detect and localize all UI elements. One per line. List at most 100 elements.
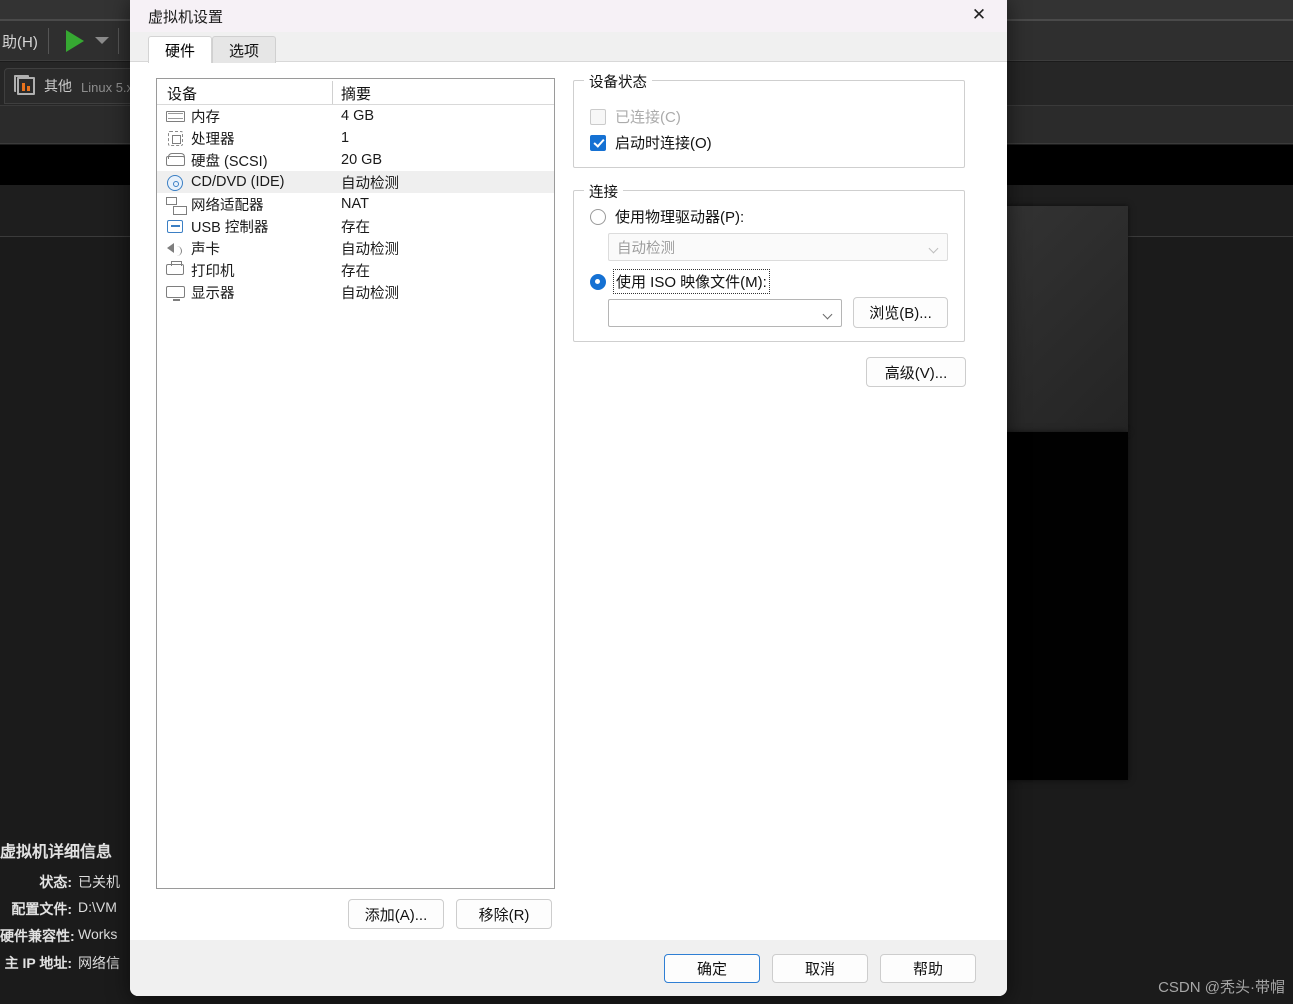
tab-hardware-label: 硬件 [165,42,196,60]
add-button-label: 添加(A)... [364,906,428,924]
menu-item-help-label: 助(H) [2,34,38,51]
vm-details-row: 硬件兼容性: Works [0,926,140,946]
processor-icon [165,129,187,147]
table-row-cd-dvd-selected[interactable]: CD/DVD (IDE) 自动检测 [157,171,554,193]
connected-checkbox-row[interactable]: 已连接(C) [590,106,681,127]
watermark: CSDN @秃头·带帽 [1158,979,1285,996]
cancel-button-label: 取消 [804,961,835,978]
add-button[interactable]: 添加(A)... [348,899,444,929]
device-name: 网络适配器 [191,197,264,214]
table-row[interactable]: USB 控制器 存在 [157,215,554,237]
device-list[interactable]: 设备 摘要 内存 4 GB 处理器 1 硬盘 (SCSI) 20 GB CD/D… [156,78,555,889]
iso-image-radio-row[interactable]: 使用 ISO 映像文件(M): [590,269,770,294]
device-name: 显示器 [191,285,235,302]
device-summary: 存在 [341,263,370,280]
help-button-label: 帮助 [912,961,943,978]
play-icon[interactable] [66,30,84,52]
remove-button[interactable]: 移除(R) [456,899,552,929]
table-row[interactable]: 声卡 自动检测 [157,237,554,259]
table-row[interactable]: 显示器 自动检测 [157,281,554,303]
device-summary: 1 [341,130,350,146]
column-header-summary: 摘要 [341,86,372,103]
device-summary: 自动检测 [341,175,399,192]
dialog-footer: 确定 取消 帮助 [130,940,1007,996]
vm-settings-dialog: 虚拟机设置 ✕ 硬件 选项 设备 摘要 内存 4 GB 处理器 1 硬盘 (SC… [130,0,1007,996]
help-button[interactable]: 帮助 [880,954,976,983]
vm-details-title: 虚拟机详细信息 [0,844,113,861]
vm-details-value: 已关机 [78,874,120,890]
toolbar-separator-1 [48,28,49,54]
iso-image-label: 使用 ISO 映像文件(M): [613,269,770,294]
device-summary: 存在 [341,219,370,236]
content-panel-gray [990,206,1128,432]
device-name: 声卡 [191,241,220,258]
vm-details-value: Works [78,926,118,942]
device-name: 打印机 [191,263,235,280]
virtual-machine-icon [14,75,35,95]
printer-icon [165,261,187,279]
connected-label: 已连接(C) [615,109,681,126]
ok-button[interactable]: 确定 [664,954,760,983]
device-summary: 自动检测 [341,285,399,302]
tab-options-label: 选项 [229,42,260,60]
usb-icon [165,217,187,235]
device-name: USB 控制器 [191,219,269,236]
connect-at-power-on-checkbox[interactable] [590,134,606,151]
physical-drive-dropdown-value: 自动检测 [617,240,675,257]
browse-button-label: 浏览(B)... [869,305,932,322]
chevron-down-icon [822,309,833,320]
device-status-legend: 设备状态 [584,71,652,92]
physical-drive-radio[interactable] [590,208,606,225]
iso-image-radio[interactable] [590,273,606,290]
table-row[interactable]: 硬盘 (SCSI) 20 GB [157,149,554,171]
advanced-button-label: 高级(V)... [884,364,948,382]
connection-legend: 连接 [584,181,623,202]
device-name: 处理器 [191,131,235,148]
vm-details-row: 配置文件: D:\VM [0,899,140,919]
browse-button[interactable]: 浏览(B)... [853,297,948,328]
harddisk-icon [165,151,187,169]
dialog-title: 虚拟机设置 [148,9,224,26]
tab-options[interactable]: 选项 [212,36,277,63]
vm-details-value: 网络信 [78,955,120,971]
tab-hardware[interactable]: 硬件 [148,36,213,63]
dialog-title-bar [130,0,1007,32]
table-row[interactable]: 网络适配器 NAT [157,193,554,215]
vm-details-key: 配置文件: [11,901,72,917]
device-name: 硬盘 (SCSI) [191,153,268,170]
device-name: CD/DVD (IDE) [191,174,285,190]
memory-icon [165,107,187,125]
column-header-device: 设备 [167,86,198,103]
physical-drive-label: 使用物理驱动器(P): [615,209,745,226]
device-name: 内存 [191,109,220,126]
physical-drive-dropdown[interactable]: 自动检测 [608,233,948,261]
device-summary: 自动检测 [341,241,399,258]
cd-dvd-icon [165,173,187,191]
connect-at-power-on-label: 启动时连接(O) [615,135,712,152]
network-icon [165,195,187,215]
vm-details-panel: 虚拟机详细信息 状态: 已关机 配置文件: D:\VM 硬件兼容性: Works… [0,838,140,980]
chevron-down-icon [928,243,939,254]
table-row[interactable]: 内存 4 GB [157,105,554,127]
cancel-button[interactable]: 取消 [772,954,868,983]
table-row[interactable]: 打印机 存在 [157,259,554,281]
toolbar-separator-2 [118,28,119,54]
device-summary: 4 GB [341,108,375,124]
table-row[interactable]: 处理器 1 [157,127,554,149]
close-icon[interactable]: ✕ [965,0,993,28]
physical-drive-radio-row[interactable]: 使用物理驱动器(P): [590,206,744,227]
menu-item-help[interactable]: 助(H) [2,31,38,52]
content-panel-black [990,432,1128,780]
vm-details-value: D:\VM [78,899,117,915]
device-list-header: 设备 摘要 [157,79,554,105]
iso-image-path-dropdown[interactable] [608,299,842,327]
connected-checkbox[interactable] [590,108,606,125]
device-summary: 20 GB [341,152,383,168]
vm-details-row: 主 IP 地址: 网络信 [0,953,140,973]
connect-at-power-on-checkbox-row[interactable]: 启动时连接(O) [590,132,712,153]
remove-button-label: 移除(R) [478,906,530,924]
sound-icon [165,239,187,257]
caret-down-icon[interactable] [95,37,109,44]
advanced-button[interactable]: 高级(V)... [866,357,966,387]
vm-details-key: 硬件兼容性: [0,928,75,944]
